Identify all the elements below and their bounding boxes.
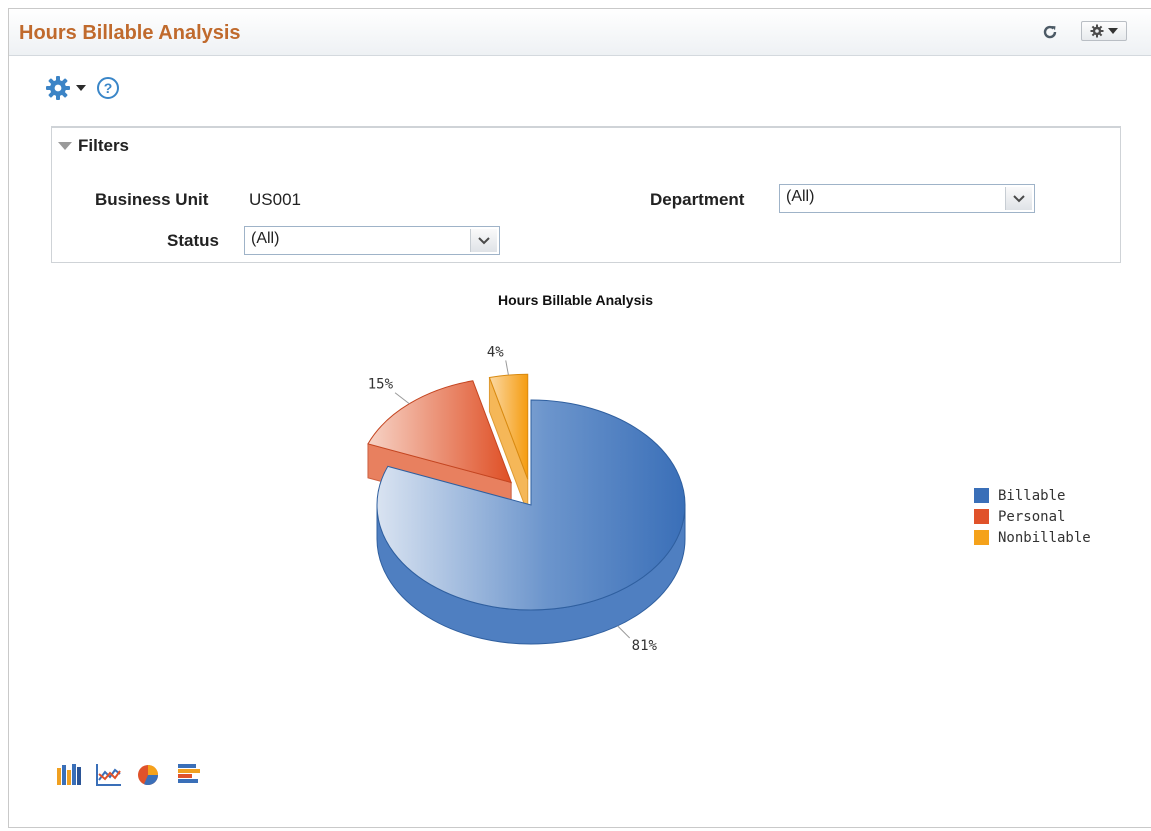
pie-chart: 81% 15% 4% xyxy=(367,344,686,654)
label-leader-line xyxy=(617,625,631,639)
legend-item-personal[interactable]: Personal xyxy=(974,506,1091,527)
legend-label: Billable xyxy=(998,487,1066,504)
legend-swatch xyxy=(974,488,989,503)
legend-item-nonbillable[interactable]: Nonbillable xyxy=(974,527,1091,548)
label-leader-line xyxy=(394,392,410,405)
legend-swatch xyxy=(974,530,989,545)
chart-type-selector xyxy=(56,762,200,786)
label-leader-line xyxy=(505,360,509,376)
bar-chart-icon[interactable] xyxy=(56,762,81,786)
legend-swatch xyxy=(974,509,989,524)
data-label: 4% xyxy=(487,344,504,360)
data-label: 81% xyxy=(632,638,658,654)
legend-label: Personal xyxy=(998,508,1066,525)
legend-item-billable[interactable]: Billable xyxy=(974,485,1091,506)
chart-legend: Billable Personal Nonbillable xyxy=(974,485,1091,548)
line-chart-icon[interactable] xyxy=(96,762,121,786)
legend-label: Nonbillable xyxy=(998,529,1091,546)
pie-chart-icon[interactable] xyxy=(136,762,160,786)
data-label: 15% xyxy=(368,377,394,393)
horizontal-bar-chart-icon[interactable] xyxy=(176,762,200,786)
